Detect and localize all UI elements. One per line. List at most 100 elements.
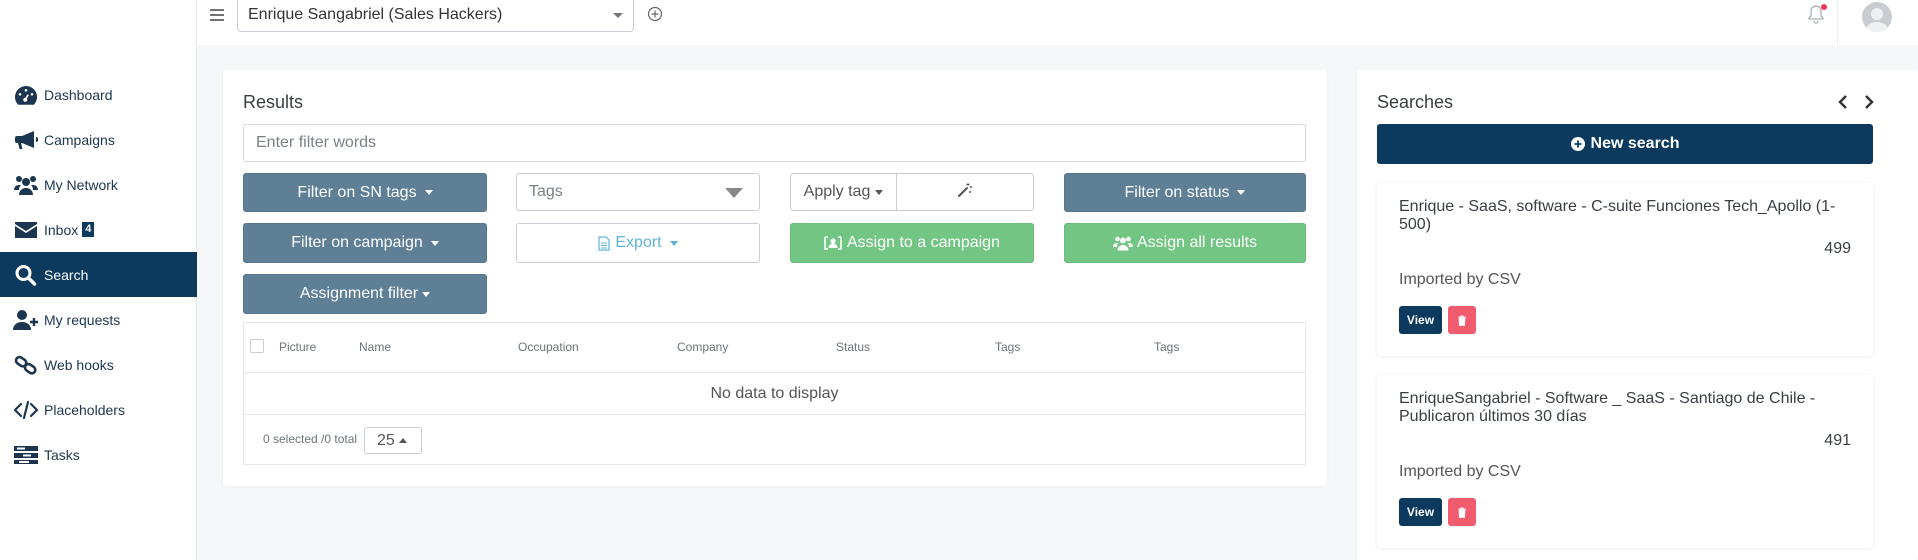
search-icon <box>12 263 39 287</box>
searches-card: Searches New search Enrique - SaaS, soft… <box>1357 70 1918 560</box>
user-plus-icon <box>12 308 39 332</box>
export-button[interactable]: Export <box>516 223 760 263</box>
sidebar-nav: Dashboard Campaigns My Network Inbox 4 S… <box>0 72 197 477</box>
top-bar: Enrique Sangabriel (Sales Hackers) <box>197 0 1918 45</box>
caret-down-icon <box>669 240 678 246</box>
searches-pager <box>1837 94 1875 110</box>
chevron-down-icon <box>613 13 623 18</box>
search-item-source: Imported by CSV <box>1399 271 1521 288</box>
dashboard-icon <box>12 83 39 107</box>
users-icon <box>1112 235 1133 251</box>
column-header-status[interactable]: Status <box>836 340 870 354</box>
hamburger-menu-icon[interactable] <box>209 8 227 24</box>
apply-tag-group: Apply tag <box>790 173 1034 211</box>
search-item-count: 491 <box>1824 432 1851 449</box>
assign-all-results-button[interactable]: Assign all results <box>1064 223 1306 263</box>
column-header-picture[interactable]: Picture <box>279 340 316 354</box>
plus-circle-icon <box>1570 137 1585 151</box>
caret-down-icon <box>424 190 433 195</box>
column-header-tags[interactable]: Tags <box>995 340 1020 354</box>
apply-tag-button[interactable]: Apply tag <box>791 174 897 210</box>
sidebar-item-label: Campaigns <box>44 131 115 148</box>
sidebar-item-inbox[interactable]: Inbox 4 <box>0 207 197 252</box>
sidebar-item-web-hooks[interactable]: Web hooks <box>0 342 197 387</box>
results-table: Picture Name Occupation Company Status T… <box>243 322 1306 465</box>
sidebar-item-label: Dashboard <box>44 86 113 103</box>
search-item-source: Imported by CSV <box>1399 463 1521 480</box>
add-circle-icon[interactable] <box>647 6 665 24</box>
new-search-label: New search <box>1590 135 1680 152</box>
notification-dot <box>1821 4 1827 10</box>
envelope-icon <box>12 218 39 242</box>
inbox-count-badge: 4 <box>82 222 95 237</box>
file-icon <box>598 235 610 251</box>
searches-title: Searches <box>1377 92 1454 112</box>
column-header-occupation[interactable]: Occupation <box>518 340 579 354</box>
sidebar-item-my-requests[interactable]: My requests <box>0 297 197 342</box>
sidebar-item-campaigns[interactable]: Campaigns <box>0 117 197 162</box>
search-item-title: Enrique - SaaS, software - C-suite Funci… <box>1399 198 1836 233</box>
apply-tag-label: Apply tag <box>803 183 871 200</box>
filter-sn-tags-label: Filter on SN tags <box>297 183 417 201</box>
code-icon <box>12 398 39 422</box>
results-title: Results <box>243 92 304 112</box>
column-header-company[interactable]: Company <box>677 340 728 354</box>
id-badge-icon <box>824 235 842 251</box>
page-size-dropdown[interactable]: 25 <box>364 427 422 454</box>
tags-select-placeholder: Tags <box>529 183 563 200</box>
page-size-value: 25 <box>377 431 395 449</box>
filter-status-button[interactable]: Filter on status <box>1064 173 1306 212</box>
assignment-filter-button[interactable]: Assignment filter <box>243 274 487 314</box>
search-item-count: 499 <box>1824 240 1851 257</box>
no-data-message: No data to display <box>244 373 1305 415</box>
sidebar-item-search[interactable]: Search <box>0 252 197 297</box>
tasks-icon <box>12 443 39 467</box>
filter-campaign-label: Filter on campaign <box>291 234 423 251</box>
sidebar-item-placeholders[interactable]: Placeholders <box>0 387 197 432</box>
caret-down-icon <box>1237 190 1246 195</box>
sidebar-item-label: My requests <box>44 311 121 328</box>
sidebar-item-label: Web hooks <box>44 356 114 373</box>
filter-sn-tags-button[interactable]: Filter on SN tags <box>243 173 487 212</box>
filter-words-input[interactable] <box>243 124 1306 162</box>
column-header-tags-2[interactable]: Tags <box>1154 340 1179 354</box>
magic-wand-button[interactable] <box>897 174 1033 210</box>
trash-icon <box>1457 507 1467 518</box>
link-icon <box>12 353 39 377</box>
view-search-button[interactable]: View <box>1399 498 1442 526</box>
delete-search-button[interactable] <box>1448 306 1476 334</box>
sidebar-item-my-network[interactable]: My Network <box>0 162 197 207</box>
sidebar-item-label: Inbox <box>44 221 79 238</box>
column-header-name[interactable]: Name <box>359 340 391 354</box>
results-card: Results Filter on SN tags Tags Apply tag… <box>223 70 1327 486</box>
chevron-left-icon[interactable] <box>1837 94 1849 110</box>
magic-wand-icon <box>957 182 973 203</box>
avatar[interactable] <box>1862 2 1892 32</box>
header-divider <box>1837 0 1838 45</box>
caret-down-icon <box>875 189 884 195</box>
assign-campaign-label: Assign to a campaign <box>847 234 1000 251</box>
caret-down-icon <box>422 291 431 297</box>
selection-count: 0 selected /0 total <box>263 432 358 446</box>
assign-campaign-button[interactable]: Assign to a campaign <box>790 223 1034 263</box>
search-item: Enrique - SaaS, software - C-suite Funci… <box>1377 183 1873 356</box>
delete-search-button[interactable] <box>1448 498 1476 526</box>
sidebar-item-dashboard[interactable]: Dashboard <box>0 72 197 117</box>
export-label: Export <box>615 234 662 251</box>
sidebar: Dashboard Campaigns My Network Inbox 4 S… <box>0 0 197 560</box>
sidebar-item-tasks[interactable]: Tasks <box>0 432 197 477</box>
view-search-button[interactable]: View <box>1399 306 1442 334</box>
sidebar-item-label: Tasks <box>44 446 80 463</box>
tags-select[interactable]: Tags <box>516 173 760 211</box>
new-search-button[interactable]: New search <box>1377 124 1873 164</box>
search-item-title: EnriqueSangabriel - Software _ SaaS - Sa… <box>1399 390 1816 425</box>
trash-icon <box>1457 315 1467 326</box>
chevron-right-icon[interactable] <box>1863 94 1875 110</box>
account-select[interactable]: Enrique Sangabriel (Sales Hackers) <box>237 0 634 32</box>
megaphone-icon <box>12 128 39 152</box>
filter-campaign-button[interactable]: Filter on campaign <box>243 223 487 263</box>
assign-all-results-label: Assign all results <box>1136 234 1258 251</box>
select-all-checkbox[interactable] <box>250 339 264 353</box>
sidebar-item-label: Search <box>44 266 89 283</box>
search-item: EnriqueSangabriel - Software _ SaaS - Sa… <box>1377 375 1873 548</box>
